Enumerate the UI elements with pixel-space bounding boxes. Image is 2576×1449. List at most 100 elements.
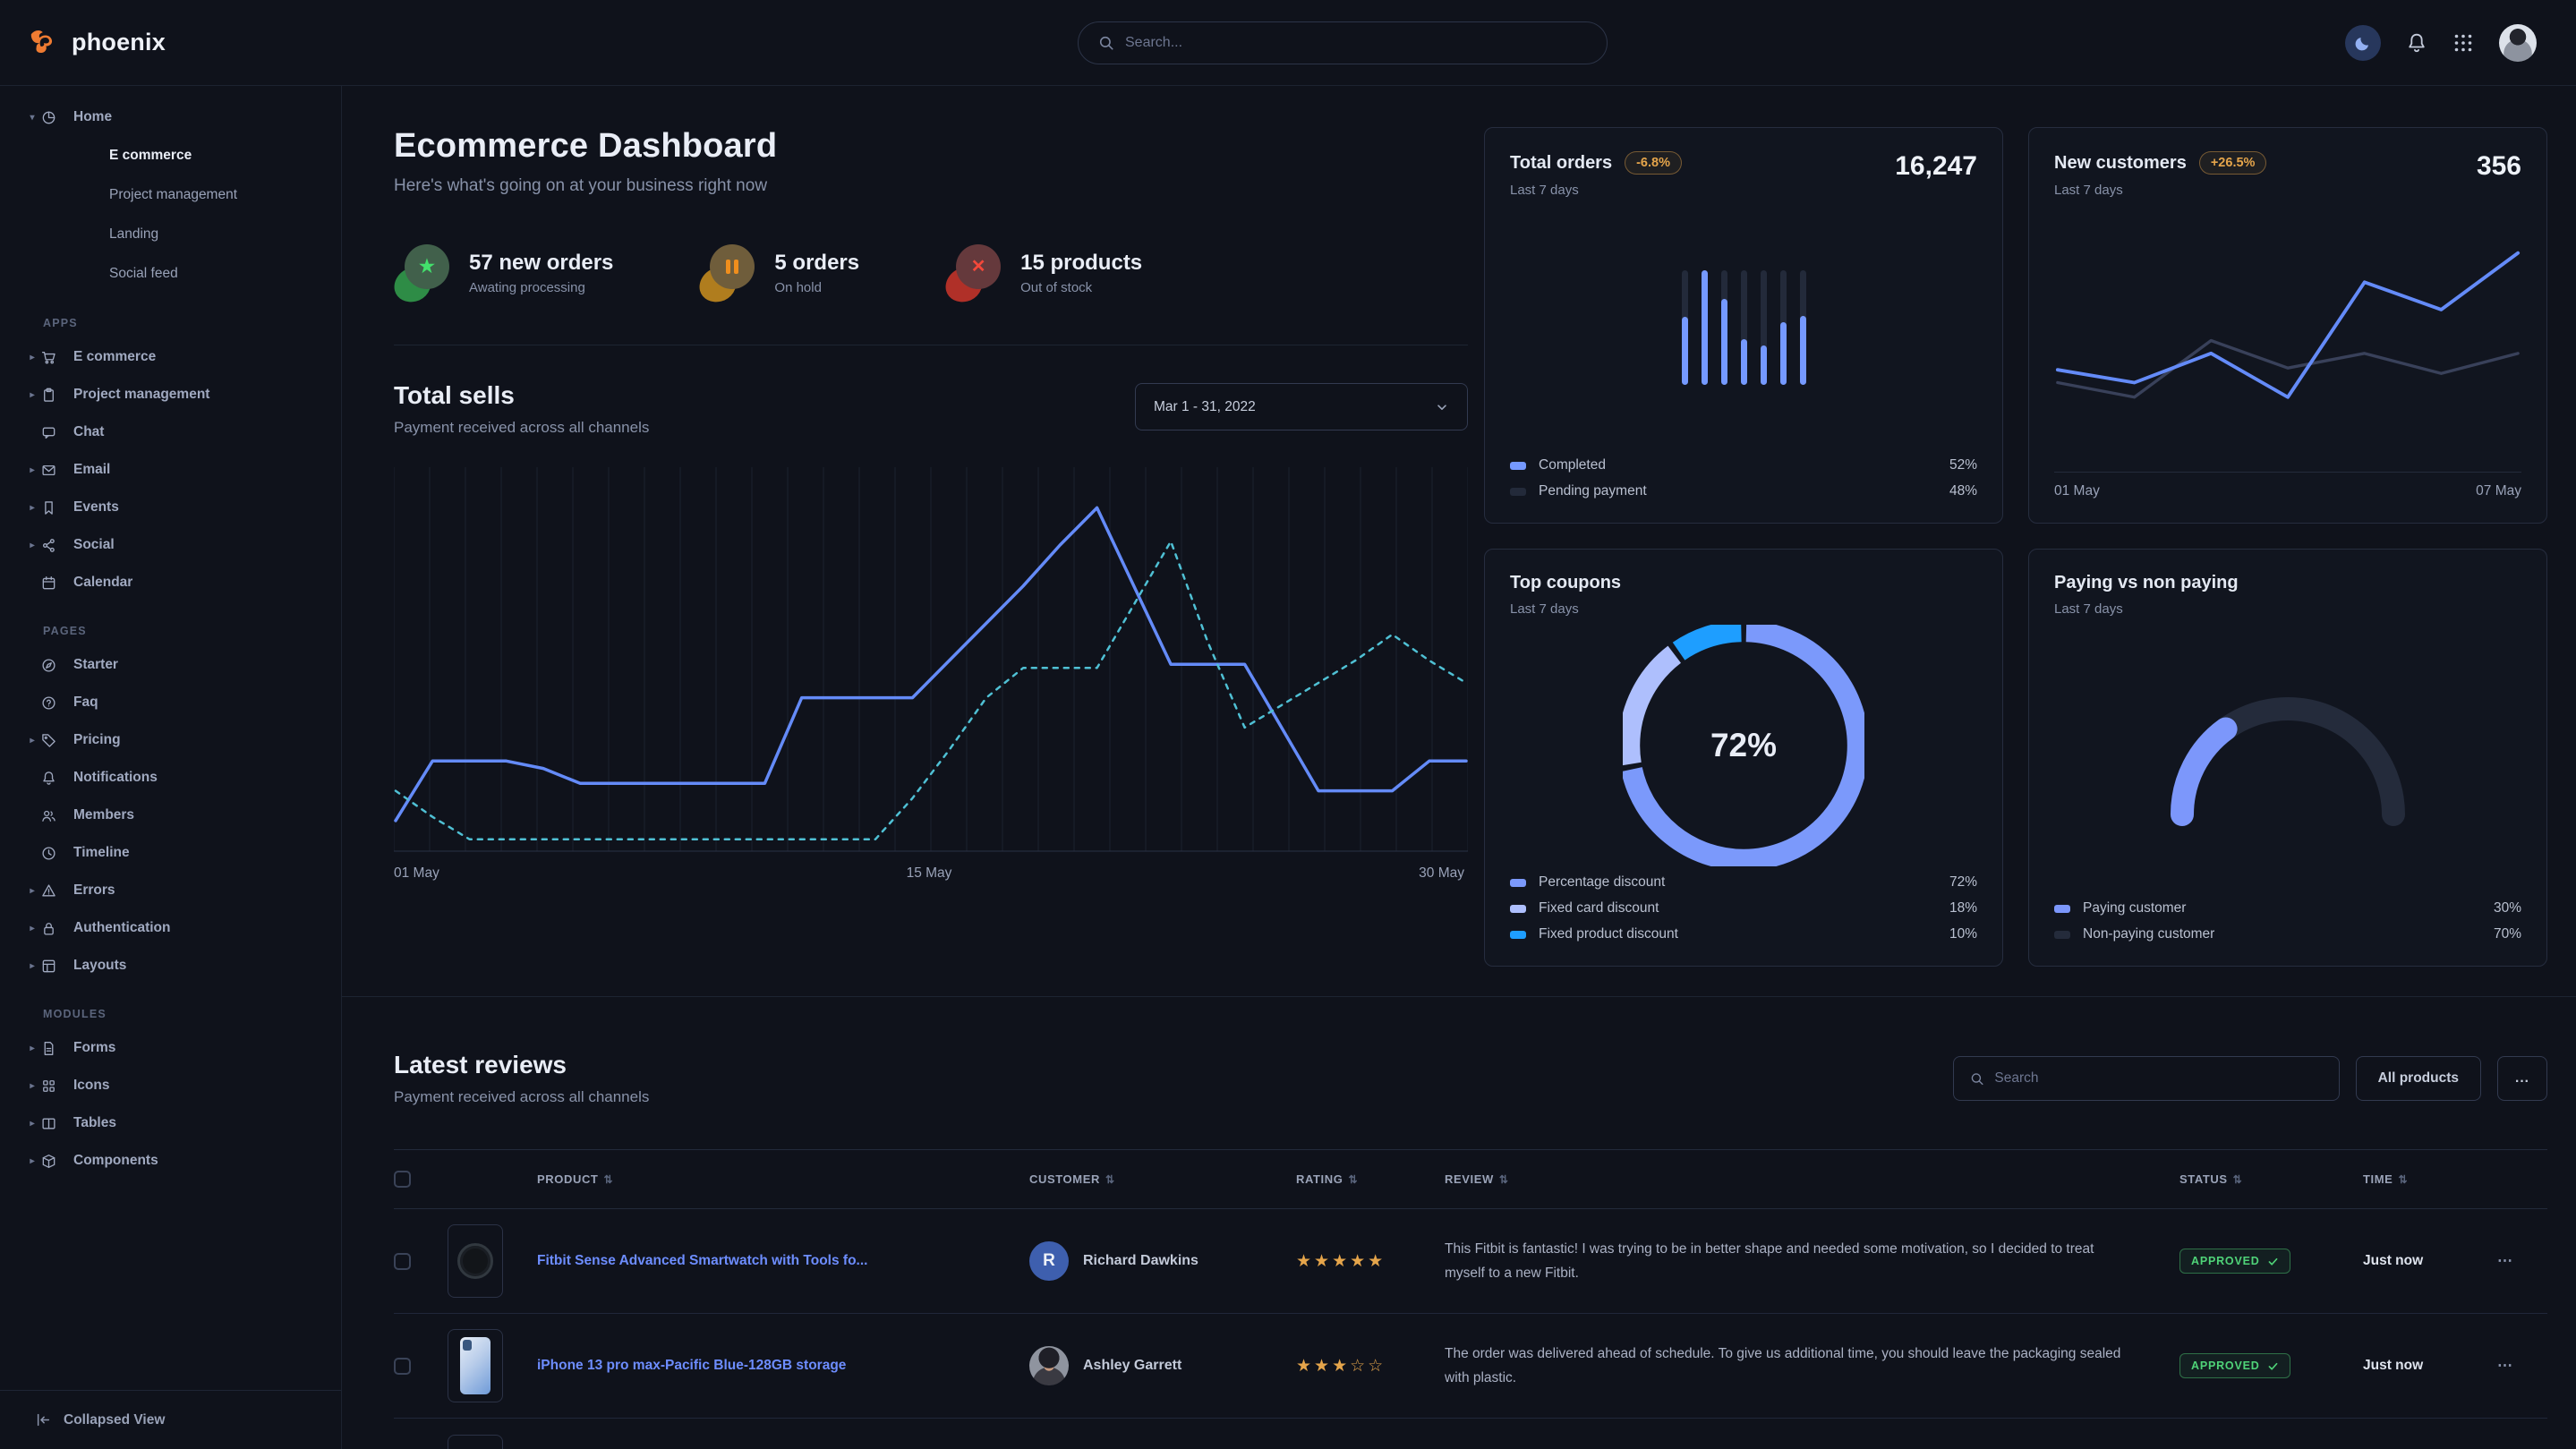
date-range-select[interactable]: Mar 1 - 31, 2022 — [1135, 383, 1468, 430]
sidebar-item-forms[interactable]: ▸Forms — [0, 1029, 341, 1067]
row-actions-button[interactable]: ⋯ — [2497, 1357, 2513, 1374]
sidebar-item-layouts[interactable]: ▸Layouts — [0, 947, 341, 984]
reviews-search[interactable] — [1953, 1056, 2340, 1101]
paying-legend: Paying customer30%Non-paying customer70% — [2054, 900, 2521, 942]
product-thumbnail[interactable] — [448, 1224, 503, 1298]
top-coupons-card: Top coupons Last 7 days 72% Percentage — [1484, 549, 2003, 967]
sidebar-item-social[interactable]: ▸Social — [0, 526, 341, 564]
customer-cell[interactable]: RRichard Dawkins — [1029, 1241, 1296, 1281]
legend-swatch — [1510, 905, 1526, 913]
legend-value: 72% — [1949, 874, 1977, 891]
sidebar-section-label-apps: APPS — [0, 294, 341, 338]
new-customers-value: 356 — [2477, 151, 2521, 182]
column-header-review[interactable]: Review⇅ — [1445, 1172, 2179, 1186]
legend-value: 30% — [2494, 900, 2521, 916]
stat-on-hold: 5 ordersOn hold — [699, 244, 859, 302]
sidebar-item-authentication[interactable]: ▸Authentication — [0, 909, 341, 947]
product-thumbnail[interactable] — [448, 1435, 503, 1449]
star-icon: ★ — [419, 258, 435, 276]
sidebar-item-chat[interactable]: Chat — [0, 413, 341, 451]
sidebar-subitem-social-feed[interactable]: Social feed — [0, 254, 341, 294]
caret-right-icon: ▸ — [23, 1081, 41, 1091]
sidebar-item-tables[interactable]: ▸Tables — [0, 1104, 341, 1142]
column-header-product[interactable]: Product⇅ — [537, 1172, 1029, 1186]
sidebar-item-pricing[interactable]: ▸Pricing — [0, 721, 341, 759]
legend-swatch — [1510, 879, 1526, 887]
review-text: The order was delivered ahead of schedul… — [1445, 1342, 2179, 1390]
column-header-rating[interactable]: Rating⇅ — [1296, 1172, 1445, 1186]
sidebar-item-timeline[interactable]: Timeline — [0, 834, 341, 872]
product-link[interactable]: Fitbit Sense Advanced Smartwatch with To… — [537, 1251, 1029, 1271]
sidebar-item-faq[interactable]: Faq — [0, 684, 341, 721]
sidebar-item-e-commerce[interactable]: ▸E commerce — [0, 338, 341, 376]
app-root: phoenix ▾HomeE commerceProject managemen… — [0, 0, 2576, 1449]
sidebar-subitem-e-commerce[interactable]: E commerce — [0, 136, 341, 175]
product-link[interactable]: iPhone 13 pro max-Pacific Blue-128GB sto… — [537, 1356, 1029, 1376]
product-thumbnail[interactable] — [448, 1329, 503, 1402]
sidebar-subitem-landing[interactable]: Landing — [0, 215, 341, 254]
sidebar-item-events[interactable]: ▸Events — [0, 489, 341, 526]
rating-stars: ★★★☆☆ — [1296, 1357, 1386, 1376]
caret-right-icon: ▸ — [23, 886, 41, 896]
all-products-button[interactable]: All products — [2356, 1056, 2481, 1101]
legend-swatch — [1510, 462, 1526, 470]
total-orders-change-badge: -6.8% — [1625, 151, 1682, 175]
customer-cell[interactable]: Ashley Garrett — [1029, 1346, 1296, 1385]
sidebar-item-icons[interactable]: ▸Icons — [0, 1067, 341, 1104]
sidebar-subitem-project-management[interactable]: Project management — [0, 175, 341, 215]
check-icon — [2267, 1360, 2279, 1372]
collapse-sidebar-button[interactable]: Collapsed View — [0, 1390, 341, 1449]
total-sells-subtitle: Payment received across all channels — [394, 419, 649, 437]
rating-stars: ★★★★★ — [1296, 1252, 1386, 1271]
sidebar-item-calendar[interactable]: Calendar — [0, 564, 341, 601]
brand[interactable]: phoenix — [27, 26, 166, 60]
dark-mode-toggle[interactable] — [2345, 25, 2381, 61]
x-tick: 30 May — [1419, 865, 1464, 882]
sidebar-item-home[interactable]: ▾Home — [0, 98, 341, 136]
moon-icon — [2354, 34, 2372, 52]
row-actions-button[interactable]: ⋯ — [2497, 1252, 2513, 1269]
stat-icon-art: ★ — [394, 244, 451, 302]
user-avatar[interactable] — [2499, 24, 2537, 62]
select-all-checkbox[interactable] — [394, 1171, 411, 1188]
legend-value: 52% — [1949, 457, 1977, 473]
caret-right-icon: ▸ — [23, 961, 41, 971]
users-icon — [41, 808, 56, 823]
grid-icon — [41, 1078, 56, 1094]
top-coupons-legend: Percentage discount72%Fixed card discoun… — [1510, 874, 1977, 942]
row-checkbox[interactable] — [394, 1358, 411, 1375]
global-search-input[interactable] — [1125, 35, 1587, 51]
pie-chart-icon — [41, 110, 56, 125]
sidebar-item-project-management[interactable]: ▸Project management — [0, 376, 341, 413]
review-time: Just now — [2363, 1358, 2423, 1373]
stat-value: 57 new orders — [469, 251, 613, 276]
row-checkbox[interactable] — [394, 1253, 411, 1270]
kpi-cards-grid: Total orders -6.8% Last 7 days 16,247 Co… — [1484, 127, 2547, 967]
reviews-more-button[interactable]: ... — [2497, 1056, 2547, 1101]
review-row — [394, 1419, 2547, 1449]
sidebar-nav: ▾HomeE commerceProject managementLanding… — [0, 98, 341, 1390]
notifications-button[interactable] — [2406, 32, 2427, 54]
column-header-status[interactable]: Status⇅ — [2179, 1172, 2363, 1186]
stat-value: 5 orders — [774, 251, 859, 276]
status-badge: APPROVED — [2179, 1353, 2290, 1378]
column-header-time[interactable]: Time⇅ — [2363, 1172, 2497, 1186]
global-search[interactable] — [1078, 21, 1608, 64]
sidebar-item-starter[interactable]: Starter — [0, 646, 341, 684]
column-header-customer[interactable]: Customer⇅ — [1029, 1172, 1296, 1186]
sidebar-item-notifications[interactable]: Notifications — [0, 759, 341, 797]
box-icon — [41, 1154, 56, 1169]
order-bar — [1721, 270, 1727, 385]
sidebar-item-email[interactable]: ▸Email — [0, 451, 341, 489]
customer-name: Richard Dawkins — [1083, 1253, 1198, 1269]
sidebar-item-members[interactable]: Members — [0, 797, 341, 834]
caret-right-icon: ▸ — [23, 1044, 41, 1053]
sidebar-item-components[interactable]: ▸Components — [0, 1142, 341, 1180]
sidebar-item-errors[interactable]: ▸Errors — [0, 872, 341, 909]
reviews-search-input[interactable] — [1994, 1070, 2322, 1087]
sort-icon: ⇅ — [1348, 1173, 1358, 1186]
apps-grid-button[interactable] — [2452, 32, 2474, 54]
total-orders-period: Last 7 days — [1510, 183, 1682, 198]
sidebar-section-label-modules: MODULES — [0, 984, 341, 1029]
latest-reviews-section: Latest reviews Payment received across a… — [342, 996, 2576, 1449]
